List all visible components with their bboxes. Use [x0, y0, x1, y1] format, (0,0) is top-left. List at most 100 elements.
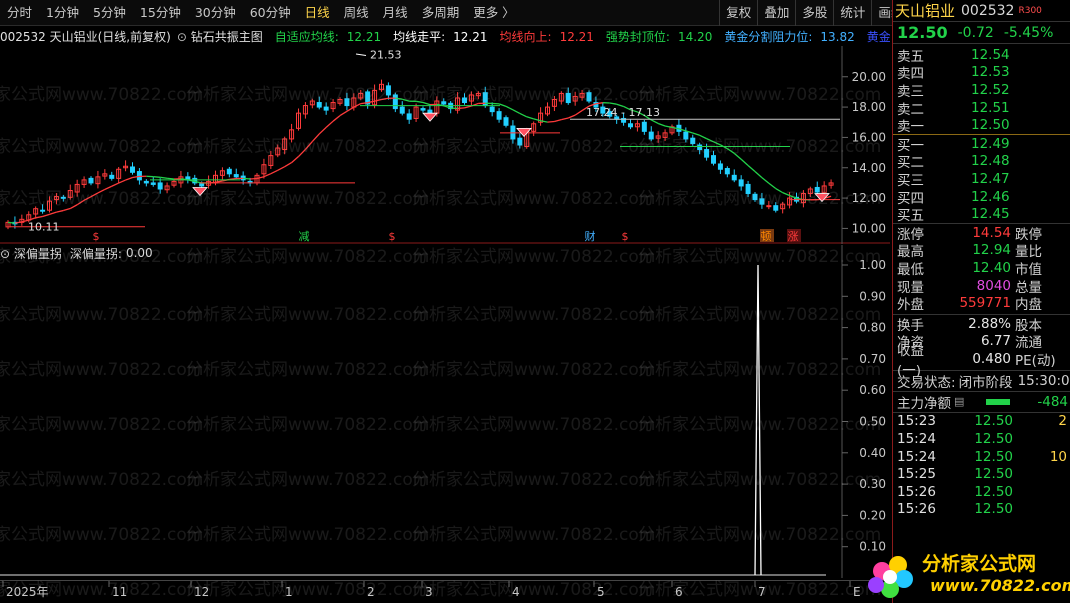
level-price: 12.47	[971, 170, 1010, 187]
signal-marker: 涨	[788, 230, 799, 243]
candle-body	[489, 106, 495, 113]
main-net-row[interactable]: 主力净额 ▤ -484	[893, 392, 1070, 412]
indicator-item-label: 黄金◇	[866, 29, 890, 44]
ask-level[interactable]: 卖四 12.53	[893, 64, 1070, 82]
candle-body	[385, 85, 391, 96]
trade-state-row: 交易状态: 闭市阶段 15:30:0	[893, 371, 1070, 391]
candle-body	[690, 137, 696, 144]
logo-title: 分析家公式网	[922, 552, 1036, 575]
adaptive-ma-segment	[339, 110, 348, 117]
period-tab-9[interactable]: 多周期	[415, 0, 467, 26]
tick-price: 12.50	[974, 413, 1013, 430]
diamond-icon	[192, 187, 208, 197]
period-tab-2[interactable]: 5分钟	[86, 0, 133, 26]
tool-button-2[interactable]: 多股	[795, 0, 833, 26]
bid-level[interactable]: 买二 12.48	[893, 153, 1070, 171]
quote-panel: 天山铝业 002532 R300 12.50 -0.72 -5.45% 卖五 12…	[892, 0, 1070, 603]
indicator-item-label: 强势封顶位:	[605, 29, 670, 44]
quote-title: 天山铝业 002532 R300	[893, 0, 1070, 22]
indicator-item-label: 均线走平:	[393, 29, 446, 44]
bid-level[interactable]: 买三 12.47	[893, 170, 1070, 189]
level-price: 12.50	[971, 117, 1010, 134]
range-label: 17.24 - 17.13	[586, 106, 660, 119]
adaptive-ma-segment	[657, 122, 666, 127]
level-price: 12.49	[971, 135, 1010, 152]
adaptive-ma-segment	[83, 196, 92, 201]
signal-marker: $	[93, 230, 100, 243]
sub-indicator-toggle[interactable]: ⊙ 深偏量拐	[0, 245, 62, 262]
adaptive-ma-segment	[69, 204, 78, 210]
period-tab-4[interactable]: 30分钟	[188, 0, 243, 26]
candlestick-chart[interactable]: 20.00 18.00 16.00 14.00 12.00 10.00 21.53 10.11…	[0, 46, 890, 244]
tool-button-0[interactable]: 复权	[719, 0, 757, 26]
indicator-item-3: 强势封顶位: 14.20	[606, 30, 718, 44]
period-tab-8[interactable]: 月线	[376, 0, 415, 26]
candle-body	[233, 174, 239, 178]
tick-time: 15:25	[897, 466, 936, 483]
adaptive-ma-segment	[464, 105, 472, 109]
y-tick-label: 10.00	[852, 221, 886, 235]
bid-level[interactable]: 买五 12.45	[893, 205, 1070, 224]
high-pointer	[355, 53, 367, 57]
adaptive-ma-segment	[512, 109, 521, 115]
indicator-item-label: 黄金分割阻力位:	[724, 29, 813, 44]
tick-row: 15:24 12.50 10	[893, 448, 1070, 466]
indicator-item-5: 黄金◇	[867, 30, 890, 44]
diamond-icon	[422, 112, 438, 122]
period-tab-1[interactable]: 1分钟	[39, 0, 86, 26]
tick-volume: 10	[1049, 448, 1067, 465]
adaptive-ma-segment	[325, 120, 334, 128]
signal-marker: 减	[299, 230, 310, 243]
adaptive-ma-segment	[49, 211, 57, 215]
period-tab-0[interactable]: 分时	[0, 0, 39, 26]
main-indicator-toggle[interactable]: ⊙ 钻石共振主图	[177, 28, 269, 45]
x-tick-label: 1	[285, 585, 293, 599]
period-tab-10[interactable]: 更多 〉	[466, 0, 521, 26]
tick-list[interactable]: 15:23 12.50 2 15:24 12.50 15:24 12.50 10 15:25 12…	[893, 413, 1070, 519]
adaptive-ma-segment	[526, 116, 534, 120]
adaptive-ma-segment	[277, 166, 285, 171]
candle-body	[683, 131, 689, 140]
tool-button-1[interactable]: 叠加	[757, 0, 795, 26]
volume-indicator-chart[interactable]: 1.000.900.800.700.600.500.400.300.200.10	[0, 245, 890, 578]
tick-time: 15:24	[897, 448, 936, 465]
ask-book: 卖五 12.54 卖四 12.53 卖三 12.52 卖二 12.51 卖一 12.50	[893, 44, 1070, 135]
period-tab-6[interactable]: 日线	[298, 0, 337, 26]
ask-level[interactable]: 卖三 12.52	[893, 81, 1070, 100]
indicator-item-value: 12.21	[346, 29, 382, 44]
bid-level[interactable]: 买四 12.46	[893, 188, 1070, 207]
adaptive-ma-segment	[381, 97, 389, 101]
adaptive-ma-segment	[740, 158, 749, 166]
x-tick-label: 2025年	[6, 585, 49, 599]
trade-state: 闭市阶段	[958, 374, 1013, 391]
indicator-item-4: 黄金分割阻力位: 13.82	[724, 30, 860, 44]
candle-body	[143, 180, 149, 184]
ask-level[interactable]: 卖一 12.50	[893, 116, 1070, 135]
candle-body	[565, 92, 571, 104]
stat-label-2: PE(动)	[1015, 352, 1056, 369]
period-tab-7[interactable]: 周线	[337, 0, 376, 26]
y-tick-label: 0.90	[859, 289, 886, 303]
stat-value: 6.77	[980, 333, 1011, 350]
rating-badge: R300	[1018, 5, 1042, 16]
ask-level[interactable]: 卖五 12.54	[893, 46, 1070, 65]
sub-indicator-title: 深偏量拐	[13, 246, 62, 261]
adaptive-ma-segment	[692, 132, 700, 136]
tool-button-3[interactable]: 统计	[833, 0, 871, 26]
candle-body	[150, 182, 156, 185]
ask-level[interactable]: 卖二 12.51	[893, 99, 1070, 118]
main-indicator-name: 钻石共振主图	[190, 29, 263, 44]
y-tick-label: 0.60	[859, 383, 886, 397]
list-icon[interactable]: ▤	[954, 395, 964, 408]
stat-value: 559771	[959, 295, 1011, 312]
adaptive-ma-segment	[650, 119, 659, 125]
period-tab-3[interactable]: 15分钟	[133, 0, 188, 26]
bid-level[interactable]: 买一 12.49	[893, 135, 1070, 154]
adaptive-ma-segment	[747, 164, 756, 173]
stat-row: 涨停 14.54 跌停	[893, 224, 1070, 243]
logo-url: www.70822.com	[930, 576, 1070, 595]
level-price: 12.53	[971, 64, 1010, 81]
tick-time: 15:26	[897, 483, 936, 500]
adaptive-ma-segment	[97, 188, 106, 194]
period-tab-5[interactable]: 60分钟	[243, 0, 298, 26]
